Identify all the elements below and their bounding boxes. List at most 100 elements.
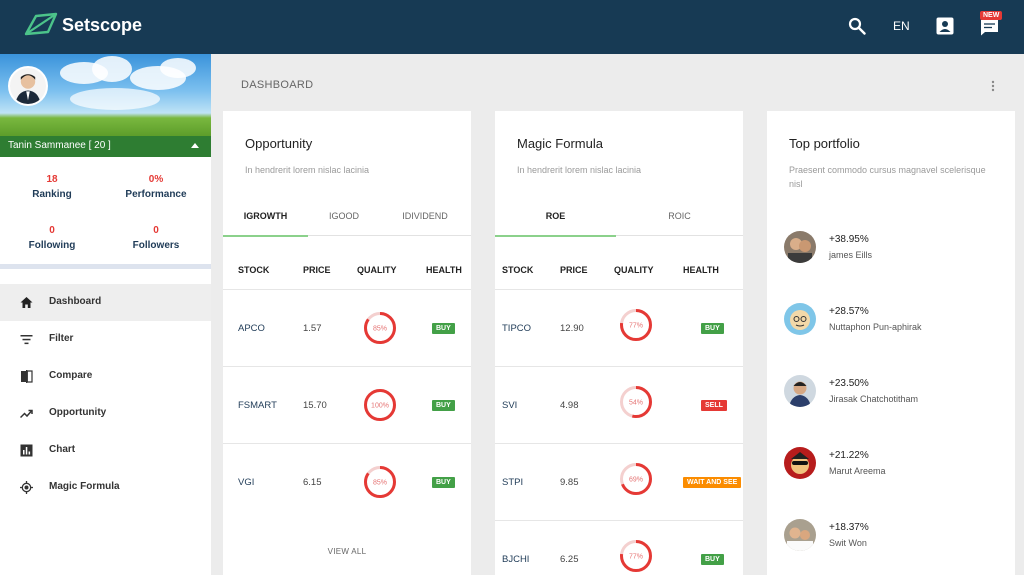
setscope-logo-icon[interactable] <box>24 12 58 38</box>
portfolio-owner[interactable]: james Eills <box>829 250 872 260</box>
quality-gauge: 54% <box>620 386 652 418</box>
sidebar-item-dashboard[interactable]: Dashboard <box>0 284 211 321</box>
stat-value: 18 <box>46 174 58 185</box>
tab-roe[interactable]: ROE <box>495 204 616 237</box>
language-selector[interactable]: EN <box>893 19 910 33</box>
avatar[interactable] <box>784 231 816 263</box>
table-row[interactable]: STPI 9.85 69% WAIT AND SEE <box>495 443 743 520</box>
card-subtitle: In hendrerit lorem nislac lacinia <box>517 165 642 175</box>
stat-value: 0% <box>148 174 164 185</box>
stat-following[interactable]: 0 Following <box>0 225 104 251</box>
stat-performance: 0% Performance <box>104 174 208 200</box>
stock-price: 4.98 <box>560 400 579 411</box>
avatar[interactable] <box>784 303 816 335</box>
portfolio-owner[interactable]: Nuttaphon Pun-aphirak <box>829 322 922 332</box>
filter-icon <box>20 335 33 345</box>
tab-igood[interactable]: IGOOD <box>308 204 380 235</box>
column-header-quality: QUALITY <box>357 265 397 275</box>
tab-igrowth[interactable]: IGROWTH <box>223 204 308 237</box>
portfolio-item[interactable]: +23.50% Jirasak Chatchotitham <box>784 372 1004 412</box>
card-title: Top portfolio <box>789 136 860 151</box>
top-portfolio-card: Top portfolio Praesent commodo cursus ma… <box>767 111 1015 575</box>
sidebar-item-label: Magic Formula <box>49 481 120 492</box>
contact-card-icon[interactable] <box>936 17 954 35</box>
view-all-link[interactable]: VIEW ALL <box>223 547 471 556</box>
table-row[interactable]: BJCHI 6.25 77% BUY <box>495 520 743 575</box>
portfolio-item[interactable]: +21.22% Marut Areema <box>784 444 1004 484</box>
user-name-bar[interactable]: Tanin Sammanee [ 20 ] <box>0 136 211 157</box>
user-name: Tanin Sammanee [ 20 ] <box>8 140 111 151</box>
column-header-health: HEALTH <box>683 265 719 275</box>
stock-symbol[interactable]: SVI <box>502 400 517 411</box>
top-app-bar: Setscope EN NEW <box>0 0 1024 54</box>
compare-icon <box>21 370 33 383</box>
column-header-health: HEALTH <box>426 265 462 275</box>
portfolio-item[interactable]: +28.57% Nuttaphon Pun-aphirak <box>784 300 1004 340</box>
sidebar-item-label: Filter <box>49 333 74 344</box>
tab-roic[interactable]: ROIC <box>616 204 743 235</box>
column-header-stock: STOCK <box>502 265 534 275</box>
avatar[interactable] <box>784 375 816 407</box>
stock-symbol[interactable]: TIPCO <box>502 323 531 334</box>
quality-value: 69% <box>629 477 643 484</box>
column-header-price: PRICE <box>303 265 331 275</box>
stock-price: 12.90 <box>560 323 584 334</box>
column-header-quality: QUALITY <box>614 265 654 275</box>
portfolio-return: +38.95% <box>829 234 869 245</box>
portfolio-item[interactable]: +38.95% james Eills <box>784 228 1004 268</box>
sidebar-item-chart[interactable]: Chart <box>0 432 211 469</box>
stat-value: 0 <box>49 225 55 236</box>
portfolio-return: +28.57% <box>829 306 869 317</box>
stock-symbol[interactable]: VGI <box>238 477 254 488</box>
search-icon[interactable] <box>848 17 866 35</box>
sidebar-item-compare[interactable]: Compare <box>0 358 211 395</box>
tab-idividend[interactable]: IDIVIDEND <box>380 204 470 235</box>
user-photo-icon <box>784 519 816 551</box>
quality-value: 85% <box>373 326 387 333</box>
more-vert-icon[interactable] <box>991 80 995 92</box>
stat-followers[interactable]: 0 Followers <box>104 225 208 251</box>
portfolio-return: +18.37% <box>829 522 869 533</box>
quality-value: 54% <box>629 400 643 407</box>
stat-value: 0 <box>153 225 159 236</box>
stock-price: 1.57 <box>303 323 322 334</box>
portfolio-item[interactable]: +18.37% Swit Won <box>784 516 1004 556</box>
avatar[interactable] <box>784 519 816 551</box>
sidebar: Tanin Sammanee [ 20 ] 18 Ranking 0% Perf… <box>0 54 211 575</box>
user-avatar[interactable] <box>8 66 48 106</box>
sidebar-item-magic-formula[interactable]: Magic Formula <box>0 469 211 506</box>
messages-icon[interactable] <box>980 19 999 36</box>
table-row[interactable]: SVI 4.98 54% SELL <box>495 366 743 443</box>
caret-up-icon[interactable] <box>191 143 199 148</box>
brand-name[interactable]: Setscope <box>62 15 142 36</box>
health-badge: BUY <box>432 323 455 334</box>
card-title: Magic Formula <box>517 136 603 151</box>
sidebar-item-opportunity[interactable]: Opportunity <box>0 395 211 432</box>
table-row[interactable]: FSMART 15.70 100% BUY <box>223 366 471 443</box>
stock-price: 9.85 <box>560 477 579 488</box>
sidebar-item-label: Compare <box>49 370 93 381</box>
quality-value: 77% <box>629 554 643 561</box>
trending-up-icon <box>20 409 33 419</box>
portfolio-return: +21.22% <box>829 450 869 461</box>
portfolio-owner[interactable]: Marut Areema <box>829 466 886 476</box>
stock-symbol[interactable]: STPI <box>502 477 523 488</box>
stock-symbol[interactable]: BJCHI <box>502 554 529 565</box>
portfolio-owner[interactable]: Jirasak Chatchotitham <box>829 394 918 404</box>
quality-value: 85% <box>373 480 387 487</box>
avatar[interactable] <box>784 447 816 479</box>
quality-gauge: 77% <box>620 309 652 341</box>
table-row[interactable]: TIPCO 12.90 77% BUY <box>495 289 743 366</box>
table-row[interactable]: APCO 1.57 85% BUY <box>223 289 471 366</box>
sidebar-item-label: Chart <box>49 444 76 455</box>
opportunity-tabs: IGROWTH IGOOD IDIVIDEND <box>223 204 471 237</box>
sidebar-item-filter[interactable]: Filter <box>0 321 211 358</box>
stock-symbol[interactable]: APCO <box>238 323 265 334</box>
health-badge: SELL <box>701 400 727 411</box>
table-row[interactable]: VGI 6.15 85% BUY <box>223 443 471 520</box>
target-icon <box>20 481 33 494</box>
stock-symbol[interactable]: FSMART <box>238 400 277 411</box>
portfolio-owner[interactable]: Swit Won <box>829 538 867 548</box>
quality-gauge: 69% <box>620 463 652 495</box>
stock-price: 6.15 <box>303 477 322 488</box>
